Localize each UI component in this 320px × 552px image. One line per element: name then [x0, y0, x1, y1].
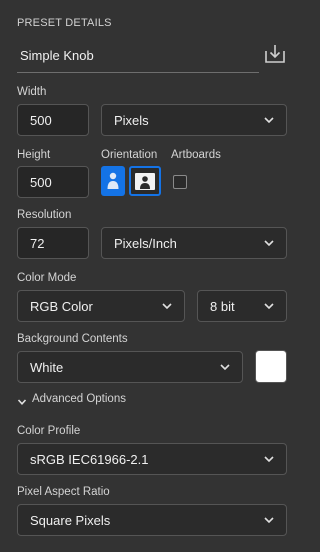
- chevron-down-icon: [262, 299, 276, 313]
- resolution-unit-label: Pixels/Inch: [114, 235, 177, 251]
- background-color-swatch[interactable]: [255, 350, 287, 383]
- artboards-checkbox[interactable]: [173, 175, 187, 189]
- chevron-down-icon: [262, 513, 276, 527]
- save-preset-icon[interactable]: [263, 42, 287, 66]
- portrait-person-icon: [107, 172, 119, 189]
- color-profile-label: Color Profile: [17, 425, 81, 437]
- bit-depth-select[interactable]: 8 bit: [197, 290, 287, 322]
- bit-depth-value: 8 bit: [210, 298, 235, 314]
- chevron-down-icon: [218, 360, 232, 374]
- landscape-person-icon: [135, 172, 155, 190]
- color-profile-value: sRGB IEC61966-2.1: [30, 451, 149, 467]
- orientation-label: Orientation: [101, 149, 158, 161]
- color-mode-value: RGB Color: [30, 298, 93, 314]
- chevron-down-icon: [160, 299, 174, 313]
- background-contents-label: Background Contents: [17, 333, 128, 345]
- chevron-down-icon: [262, 236, 276, 250]
- advanced-options-toggle[interactable]: Advanced Options: [17, 393, 126, 405]
- color-profile-select[interactable]: sRGB IEC61966-2.1: [17, 443, 287, 475]
- resolution-label: Resolution: [17, 209, 72, 221]
- preset-name-field[interactable]: Simple Knob: [20, 48, 94, 63]
- preset-name-underline: [17, 72, 259, 73]
- color-mode-select[interactable]: RGB Color: [17, 290, 185, 322]
- advanced-options-label: Advanced Options: [32, 393, 126, 405]
- width-unit-label: Pixels: [114, 112, 149, 128]
- background-contents-value: White: [30, 359, 64, 375]
- pixel-aspect-ratio-value: Square Pixels: [30, 512, 111, 528]
- width-label: Width: [17, 86, 47, 98]
- chevron-down-icon: [262, 452, 276, 466]
- artboards-label: Artboards: [171, 149, 221, 161]
- width-unit-select[interactable]: Pixels: [101, 104, 287, 136]
- background-contents-select[interactable]: White: [17, 351, 243, 383]
- chevron-down-icon: [17, 394, 27, 405]
- resolution-unit-select[interactable]: Pixels/Inch: [101, 227, 287, 259]
- height-input[interactable]: 500: [17, 166, 89, 198]
- width-input[interactable]: 500: [17, 104, 89, 136]
- section-title: PRESET DETAILS: [17, 17, 112, 29]
- resolution-input[interactable]: 72: [17, 227, 89, 259]
- pixel-aspect-ratio-select[interactable]: Square Pixels: [17, 504, 287, 536]
- height-label: Height: [17, 149, 51, 161]
- landscape-orientation-button[interactable]: [129, 166, 161, 196]
- portrait-orientation-button[interactable]: [101, 166, 125, 196]
- chevron-down-icon: [262, 113, 276, 127]
- pixel-aspect-ratio-label: Pixel Aspect Ratio: [17, 486, 110, 498]
- color-mode-label: Color Mode: [17, 272, 77, 284]
